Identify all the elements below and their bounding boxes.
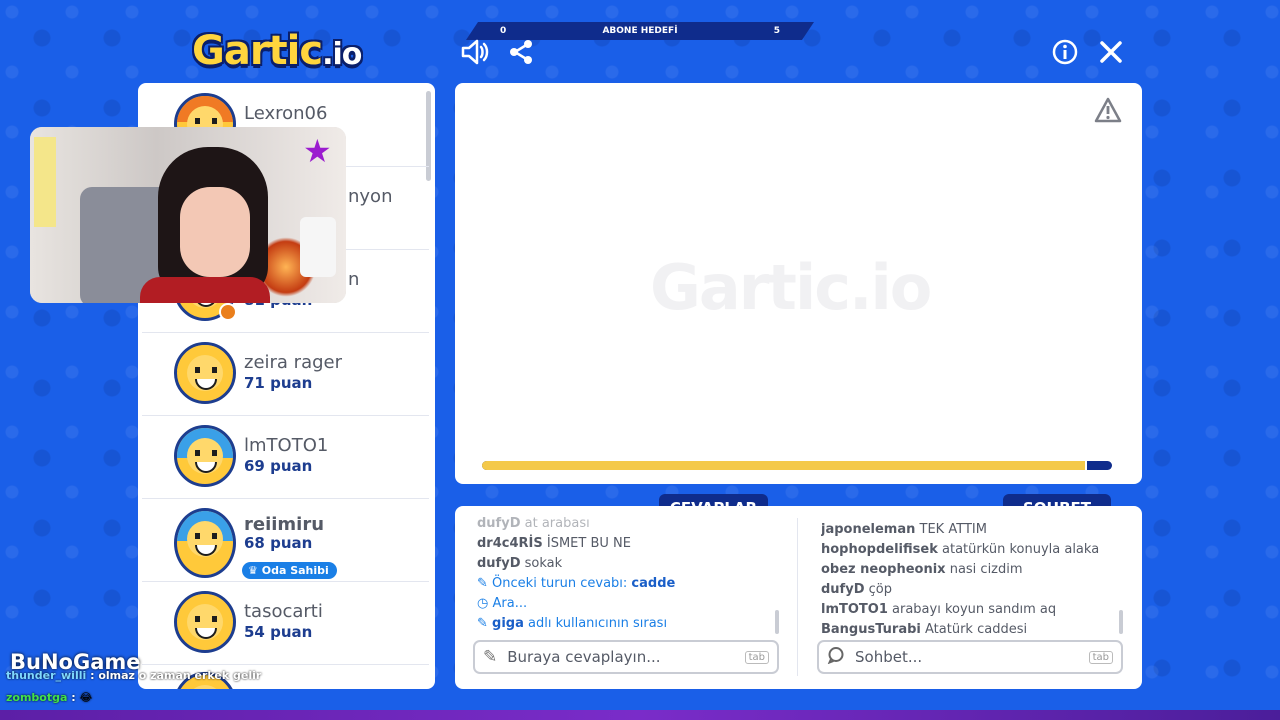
canvas-watermark: Gartic.io [650, 251, 932, 324]
answers-list: dufyD at arabası dr4c4RİS İSMET BU NE du… [477, 514, 777, 636]
player-name: n [348, 269, 360, 290]
goal-target: 5 [773, 26, 780, 36]
player-name: lmTOTO1 [244, 435, 329, 456]
list-item: BangusTurabi Atatürk caddesi [821, 622, 1028, 637]
chat-bubble-icon [827, 646, 845, 668]
gartic-logo: Gartic.io [192, 28, 362, 74]
warning-icon[interactable] [1094, 97, 1122, 130]
player-row[interactable]: zeira rager 71 puan [142, 332, 429, 416]
avatar [174, 508, 236, 578]
answers-scrollbar[interactable] [775, 610, 779, 634]
list-item: ✎ Önceki turun cevabı: cadde [477, 576, 676, 591]
webcam-overlay [30, 127, 346, 303]
close-icon[interactable] [1099, 40, 1123, 70]
chat-scrollbar[interactable] [1119, 610, 1123, 634]
avatar [174, 342, 236, 404]
status-dot [219, 303, 237, 321]
goal-label: ABONE HEDEFİ [602, 26, 678, 36]
stream-chat-line: thunder_willi : olmaz o zaman erkek geli… [6, 669, 262, 682]
player-score: 54 puan [244, 623, 313, 641]
player-name: reiimiru [244, 514, 325, 535]
player-name: zeira rager [244, 352, 343, 373]
pencil-icon: ✎ [477, 616, 488, 631]
pencil-icon: ✎ [477, 576, 488, 591]
crown-icon: ♛ [248, 564, 258, 577]
list-item: dufyD sokak [477, 556, 563, 571]
subscriber-goal-bar: 0 ABONE HEDEFİ 5 [466, 22, 814, 40]
answer-input[interactable] [505, 647, 745, 667]
stream-chat-line: zombotga : 😂 [6, 691, 93, 704]
divider [797, 518, 798, 676]
list-item: obez neopheonix nasi cizdim [821, 562, 1023, 577]
list-item: lmTOTO1 arabayı koyun sandım aq [821, 602, 1057, 617]
list-item: ✎ giga adlı kullanıcının sırası [477, 616, 668, 631]
player-row[interactable]: tasocarti 54 puan [142, 581, 429, 665]
answer-input-box[interactable]: ✎ tab [473, 640, 779, 674]
clock-icon: ◷ [477, 596, 489, 611]
list-item: hophopdelifisek atatürkün konuyla alaka [821, 542, 1100, 557]
stream-bottom-bar [0, 710, 1280, 720]
player-name: tasocarti [244, 601, 323, 622]
chat-list: japoneleman TEK ATTIM hophopdelifisek at… [821, 520, 1121, 642]
list-item: ◷ Ara... [477, 596, 528, 611]
player-row[interactable]: lmTOTO1 69 puan [142, 415, 429, 499]
goal-current: 0 [500, 26, 507, 36]
chat-input[interactable] [853, 647, 1089, 667]
owner-badge-label: Oda Sahibi [261, 564, 329, 577]
player-name: Lexron06 [244, 103, 328, 124]
player-score: 68 puan [244, 534, 313, 552]
list-item: dr4c4RİS İSMET BU NE [477, 536, 631, 551]
player-score: 71 puan [244, 374, 313, 392]
speaker-icon[interactable] [460, 38, 490, 72]
avatar [174, 425, 236, 487]
player-name: nyon [348, 186, 393, 207]
avatar [174, 591, 236, 653]
drawing-canvas[interactable]: Gartic.io [455, 83, 1142, 484]
player-row[interactable]: reiimiru 68 puan ♛ Oda Sahibi [142, 498, 429, 582]
chat-area: dufyD at arabası dr4c4RİS İSMET BU NE du… [455, 506, 1142, 689]
chat-input-box[interactable]: tab [817, 640, 1123, 674]
star-icon: ★ [303, 132, 332, 170]
pencil-icon: ✎ [483, 647, 498, 667]
player-score: 69 puan [244, 457, 313, 475]
share-icon[interactable] [508, 39, 534, 71]
list-item: dufyD çöp [821, 582, 892, 597]
list-item: dufyD at arabası [477, 516, 590, 531]
room-owner-badge: ♛ Oda Sahibi [242, 562, 337, 579]
tab-key-hint: tab [744, 650, 769, 664]
tab-key-hint: tab [1088, 650, 1113, 664]
list-item: japoneleman TEK ATTIM [821, 522, 987, 537]
info-icon[interactable] [1052, 39, 1078, 71]
round-timer [482, 461, 1112, 470]
